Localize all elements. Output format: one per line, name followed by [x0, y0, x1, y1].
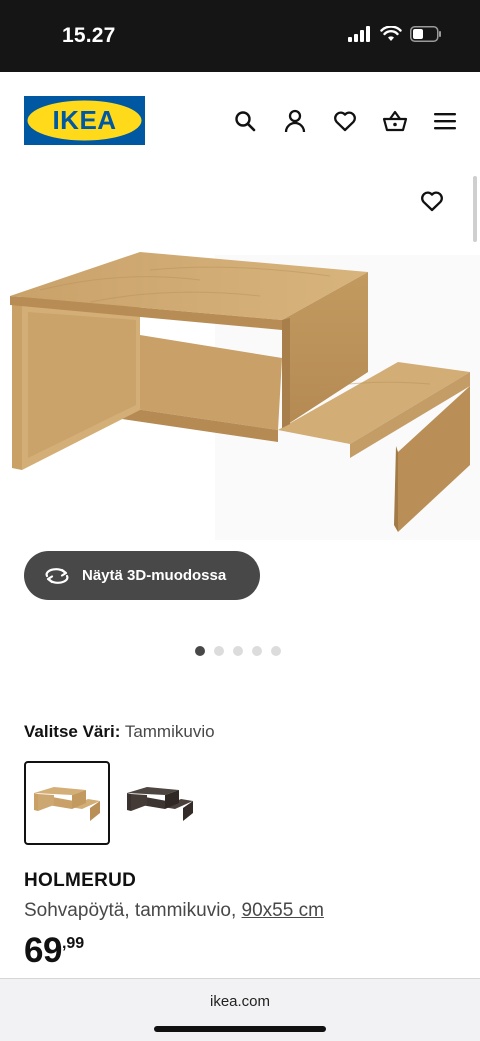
- view-3d-button[interactable]: Näytä 3D-muodossa: [24, 551, 260, 600]
- url-label[interactable]: ikea.com: [0, 993, 480, 1010]
- product-description-text: Sohvapöytä, tammikuvio,: [24, 900, 237, 921]
- header-actions: [232, 108, 458, 134]
- status-time: 15.27: [62, 24, 116, 47]
- carousel-dot[interactable]: [214, 646, 224, 656]
- search-button[interactable]: [232, 108, 258, 134]
- menu-button[interactable]: [432, 108, 458, 134]
- wifi-icon: [380, 26, 402, 41]
- home-indicator[interactable]: [154, 1026, 326, 1032]
- product-dimensions-link[interactable]: 90x55 cm: [242, 900, 324, 921]
- color-label: Valitse Väri:: [24, 722, 121, 741]
- color-swatch-oak[interactable]: [24, 761, 110, 845]
- view-3d-label: Näytä 3D-muodossa: [82, 567, 227, 584]
- heart-icon: [334, 111, 356, 132]
- product-image[interactable]: [0, 240, 480, 540]
- rotate-3d-icon: [45, 567, 69, 584]
- favourites-button[interactable]: [332, 108, 358, 134]
- price-decimal: ,99: [61, 935, 85, 952]
- shopping-bag-button[interactable]: [382, 108, 408, 134]
- price-integer: 69: [24, 931, 62, 970]
- browser-address-bar: ikea.com: [0, 978, 480, 1041]
- carousel-dot[interactable]: [233, 646, 243, 656]
- status-bar: 15.27: [0, 0, 480, 72]
- carousel-dot[interactable]: [252, 646, 262, 656]
- person-icon: [284, 109, 306, 133]
- color-selection-label: Valitse Väri: Tammikuvio: [24, 722, 215, 742]
- product-name: HOLMERUD: [24, 870, 137, 891]
- account-button[interactable]: [282, 108, 308, 134]
- carousel-dot[interactable]: [271, 646, 281, 656]
- cellular-signal-icon: [348, 26, 370, 42]
- battery-icon: [410, 26, 441, 42]
- add-to-favourites-button[interactable]: [417, 186, 447, 216]
- scroll-indicator: [473, 176, 477, 242]
- heart-icon: [421, 191, 443, 212]
- color-value: Tammikuvio: [124, 722, 215, 741]
- site-header: IKEA: [0, 72, 480, 172]
- status-icons: [348, 26, 442, 42]
- carousel-dot[interactable]: [195, 646, 205, 656]
- color-swatch-black-brown[interactable]: [117, 761, 203, 845]
- image-carousel-dots: [195, 646, 281, 656]
- hamburger-menu-icon: [434, 113, 456, 130]
- ikea-logo[interactable]: IKEA: [24, 96, 145, 145]
- svg-text:IKEA: IKEA: [52, 105, 116, 135]
- product-price: 69,99: [24, 931, 84, 971]
- black-brown-table-thumbnail: [127, 787, 193, 821]
- shopping-basket-icon: [382, 110, 408, 132]
- product-description: Sohvapöytä, tammikuvio, 90x55 cm: [24, 900, 324, 922]
- oak-table-thumbnail: [34, 787, 100, 821]
- search-icon: [235, 111, 256, 132]
